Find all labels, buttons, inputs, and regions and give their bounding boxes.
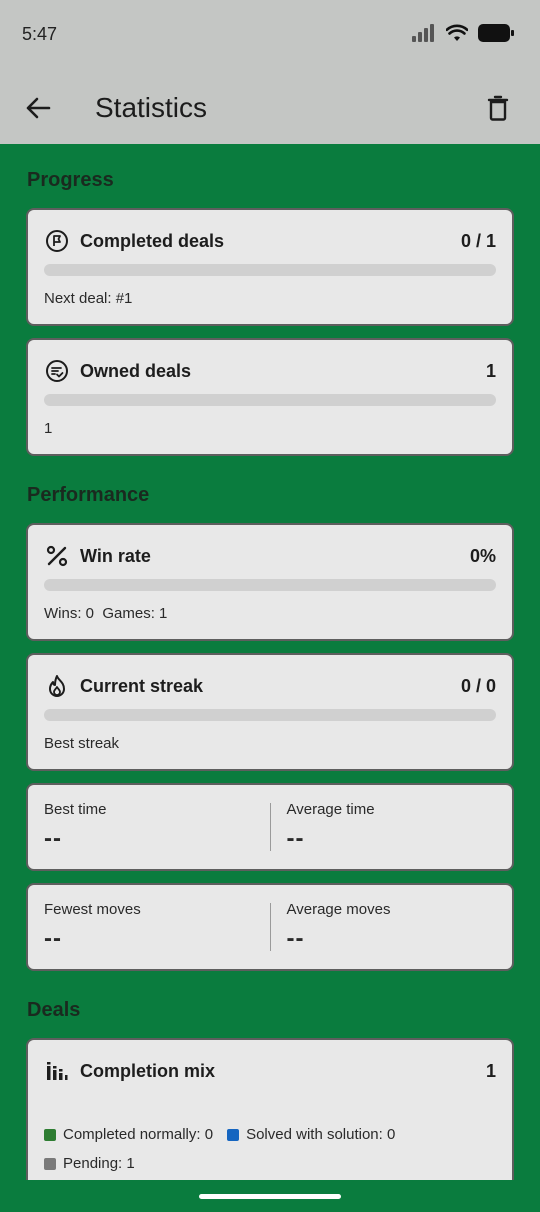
- progress-bar: [44, 709, 496, 721]
- card-subtitle: Wins: 0 Games: 1: [44, 605, 168, 622]
- status-icons: [412, 24, 514, 47]
- legend-label: Pending: 1: [63, 1155, 135, 1172]
- stat-label: Best time: [44, 801, 107, 818]
- stat-value: --: [44, 925, 62, 952]
- app-bar: Statistics: [0, 72, 540, 144]
- win-rate-card: Win rate 0% Wins: 0 Games: 1: [26, 523, 514, 641]
- average-time-stat: Average time --: [271, 785, 513, 869]
- section-title-deals: Deals: [27, 999, 81, 1021]
- stat-label: Average time: [286, 801, 375, 818]
- card-subtitle: 1: [44, 420, 53, 437]
- stat-value: --: [44, 825, 62, 852]
- completion-mix-card: Completion mix 1 Completed normally: 0 S…: [26, 1038, 514, 1180]
- fewest-moves-stat: Fewest moves --: [28, 885, 270, 969]
- checklist-circle-icon: [44, 358, 70, 384]
- card-value: 0 / 0: [460, 675, 496, 696]
- legend-label: Solved with solution: 0: [246, 1126, 396, 1143]
- completed-deals-card: Completed deals 0 / 1 Next deal: #1: [26, 208, 514, 326]
- flame-icon: [44, 673, 70, 699]
- stat-label: Fewest moves: [44, 901, 141, 918]
- page-title: Statistics: [95, 92, 208, 123]
- best-time-stat: Best time --: [28, 785, 270, 869]
- home-indicator[interactable]: [199, 1194, 341, 1199]
- progress-bar: [44, 264, 496, 276]
- delete-button[interactable]: [480, 90, 516, 126]
- signal-icon: [412, 24, 436, 47]
- flag-circle-icon: [44, 228, 70, 254]
- bar-chart-icon: [44, 1058, 70, 1084]
- progress-bar: [44, 579, 496, 591]
- card-label: Current streak: [80, 675, 204, 696]
- current-streak-card: Current streak 0 / 0 Best streak: [26, 653, 514, 771]
- completion-legend: Completed normally: 0 Solved with soluti…: [44, 1126, 496, 1180]
- legend-swatch: [227, 1128, 240, 1141]
- times-card: Best time -- Average time --: [26, 783, 514, 871]
- card-label: Completed deals: [80, 230, 225, 251]
- legend-label: Completed normally: 0: [63, 1126, 214, 1143]
- progress-bar: [44, 394, 496, 406]
- section-title-performance: Performance: [27, 484, 150, 506]
- legend-item-completed: Completed normally: 0: [44, 1126, 213, 1143]
- wifi-icon: [445, 24, 469, 47]
- battery-icon: [478, 24, 514, 47]
- legend-swatch: [44, 1128, 56, 1141]
- card-value: 0%: [469, 545, 496, 566]
- stat-label: Average moves: [286, 901, 391, 918]
- percent-icon: [44, 543, 70, 569]
- stat-value: --: [286, 825, 305, 852]
- back-button[interactable]: [20, 90, 56, 126]
- arrow-left-icon: [26, 97, 51, 119]
- card-subtitle: Best streak: [44, 735, 120, 752]
- moves-card: Fewest moves -- Average moves --: [26, 883, 514, 971]
- card-label: Win rate: [80, 545, 151, 566]
- card-value: 1: [485, 1060, 496, 1081]
- status-time: 5:47: [22, 24, 58, 44]
- owned-deals-card: Owned deals 1 1: [26, 338, 514, 456]
- card-value: 0 / 1: [460, 230, 496, 251]
- statistics-content[interactable]: Progress Completed deals 0 / 1 Next deal…: [0, 144, 540, 1180]
- legend-item-solved: Solved with solution: 0: [227, 1126, 395, 1143]
- card-label: Owned deals: [80, 360, 192, 381]
- card-value: 1: [485, 360, 496, 381]
- legend-item-pending: Pending: 1: [44, 1155, 135, 1172]
- navigation-bar: [0, 1180, 540, 1212]
- section-title-progress: Progress: [27, 169, 114, 191]
- card-subtitle: Next deal: #1: [44, 290, 133, 307]
- trash-icon: [487, 95, 509, 121]
- card-label: Completion mix: [80, 1060, 216, 1081]
- average-moves-stat: Average moves --: [271, 885, 513, 969]
- legend-swatch: [44, 1157, 56, 1170]
- status-bar: 5:47: [0, 0, 540, 72]
- stat-value: --: [286, 925, 305, 952]
